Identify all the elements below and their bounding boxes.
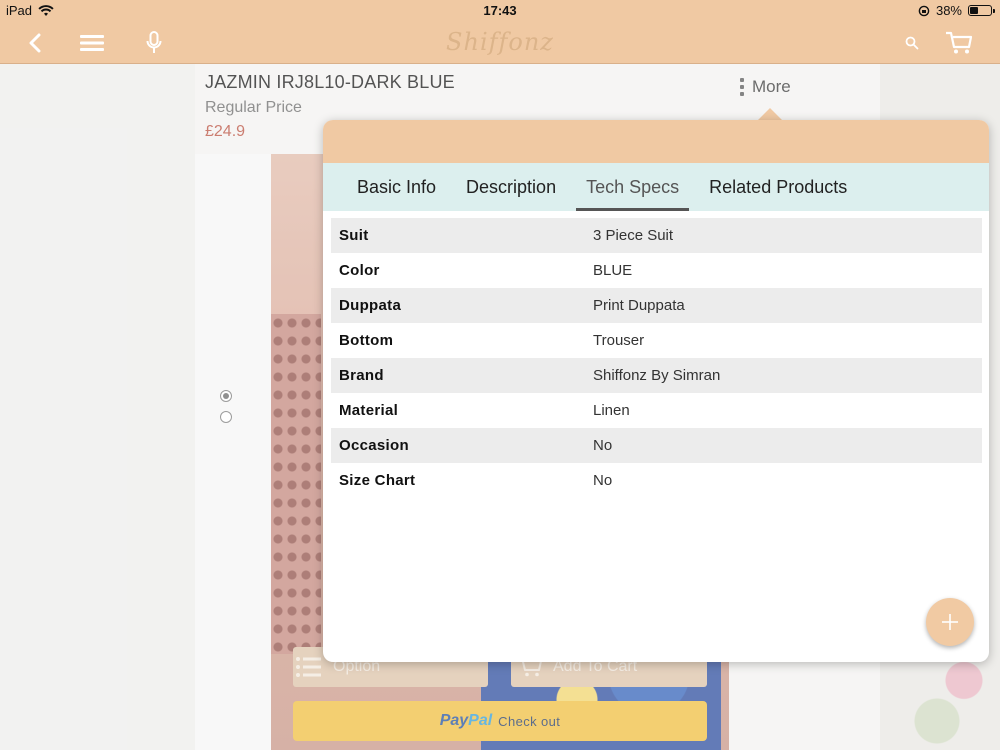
popover-header — [323, 120, 989, 163]
spec-key: Material — [339, 402, 399, 419]
spec-value: Print Duppata — [593, 297, 685, 314]
spec-key: Occasion — [339, 437, 409, 454]
spec-key: Color — [339, 262, 380, 279]
table-row: Occasion No — [331, 428, 982, 463]
clock: 17:43 — [483, 3, 517, 18]
search-icon — [905, 36, 919, 50]
add-floating-button[interactable] — [926, 598, 974, 646]
spec-key: Suit — [339, 227, 369, 244]
tab-related-products[interactable]: Related Products — [699, 163, 857, 211]
table-row: Bottom Trouser — [331, 323, 982, 358]
spec-key: Brand — [339, 367, 384, 384]
spec-value: Trouser — [593, 332, 645, 349]
spec-value: 3 Piece Suit — [593, 227, 674, 244]
table-row: Suit 3 Piece Suit — [331, 218, 982, 253]
regular-price-label: Regular Price — [205, 99, 302, 116]
more-info-popover: Basic Info Description Tech Specs Relate… — [323, 120, 989, 662]
search-button[interactable] — [897, 28, 927, 58]
table-row: Color BLUE — [331, 253, 982, 288]
cart-icon — [946, 31, 973, 54]
image-thumbnail-strip — [195, 154, 271, 750]
spec-value: No — [593, 472, 613, 489]
table-row: Duppata Print Duppata — [331, 288, 982, 323]
spec-value: BLUE — [593, 262, 633, 279]
spec-key: Size Chart — [339, 472, 416, 489]
tech-specs-table: Suit 3 Piece Suit Color BLUE Duppata Pri… — [331, 218, 982, 498]
spec-value: No — [593, 437, 613, 454]
top-nav-bar: Shiffonz — [0, 22, 1000, 64]
popover-arrow — [758, 108, 782, 120]
more-label: More — [752, 77, 791, 96]
table-row: Size Chart No — [331, 463, 982, 498]
paypal-logo: PayPal — [439, 712, 493, 729]
paypal-checkout-button[interactable]: PayPal Check out — [293, 701, 707, 741]
rotation-lock-icon — [918, 5, 930, 16]
background-panel-left — [0, 64, 195, 750]
spec-key: Duppata — [339, 297, 402, 314]
spec-key: Bottom — [339, 332, 394, 349]
plus-icon — [942, 614, 958, 630]
spec-value: Shiffonz By Simran — [593, 367, 721, 384]
paypal-checkout-label: Check out — [498, 713, 561, 729]
table-row: Brand Shiffonz By Simran — [331, 358, 982, 393]
tab-basic-info[interactable]: Basic Info — [347, 163, 446, 211]
more-button[interactable]: More — [740, 76, 791, 98]
cart-button[interactable] — [944, 28, 974, 58]
tab-description[interactable]: Description — [456, 163, 566, 211]
lattice-backdrop — [271, 314, 321, 654]
product-price: £24.9 — [205, 123, 246, 140]
tab-tech-specs[interactable]: Tech Specs — [576, 163, 690, 211]
spec-value: Linen — [593, 402, 630, 419]
battery-icon — [968, 5, 995, 16]
list-icon — [296, 657, 321, 677]
brand-logo[interactable]: Shiffonz — [0, 28, 1000, 56]
battery-percent: 38% — [935, 3, 962, 18]
status-bar: iPad 17:43 38% — [0, 0, 1000, 22]
more-dots-icon — [740, 78, 744, 96]
image-page-radio-2[interactable] — [220, 411, 232, 423]
table-row: Material Linen — [331, 393, 982, 428]
product-title: JAZMIN IRJ8L10-DARK BLUE — [205, 72, 455, 92]
info-tab-bar: Basic Info Description Tech Specs Relate… — [323, 163, 989, 211]
image-page-radio-1[interactable] — [220, 390, 232, 402]
